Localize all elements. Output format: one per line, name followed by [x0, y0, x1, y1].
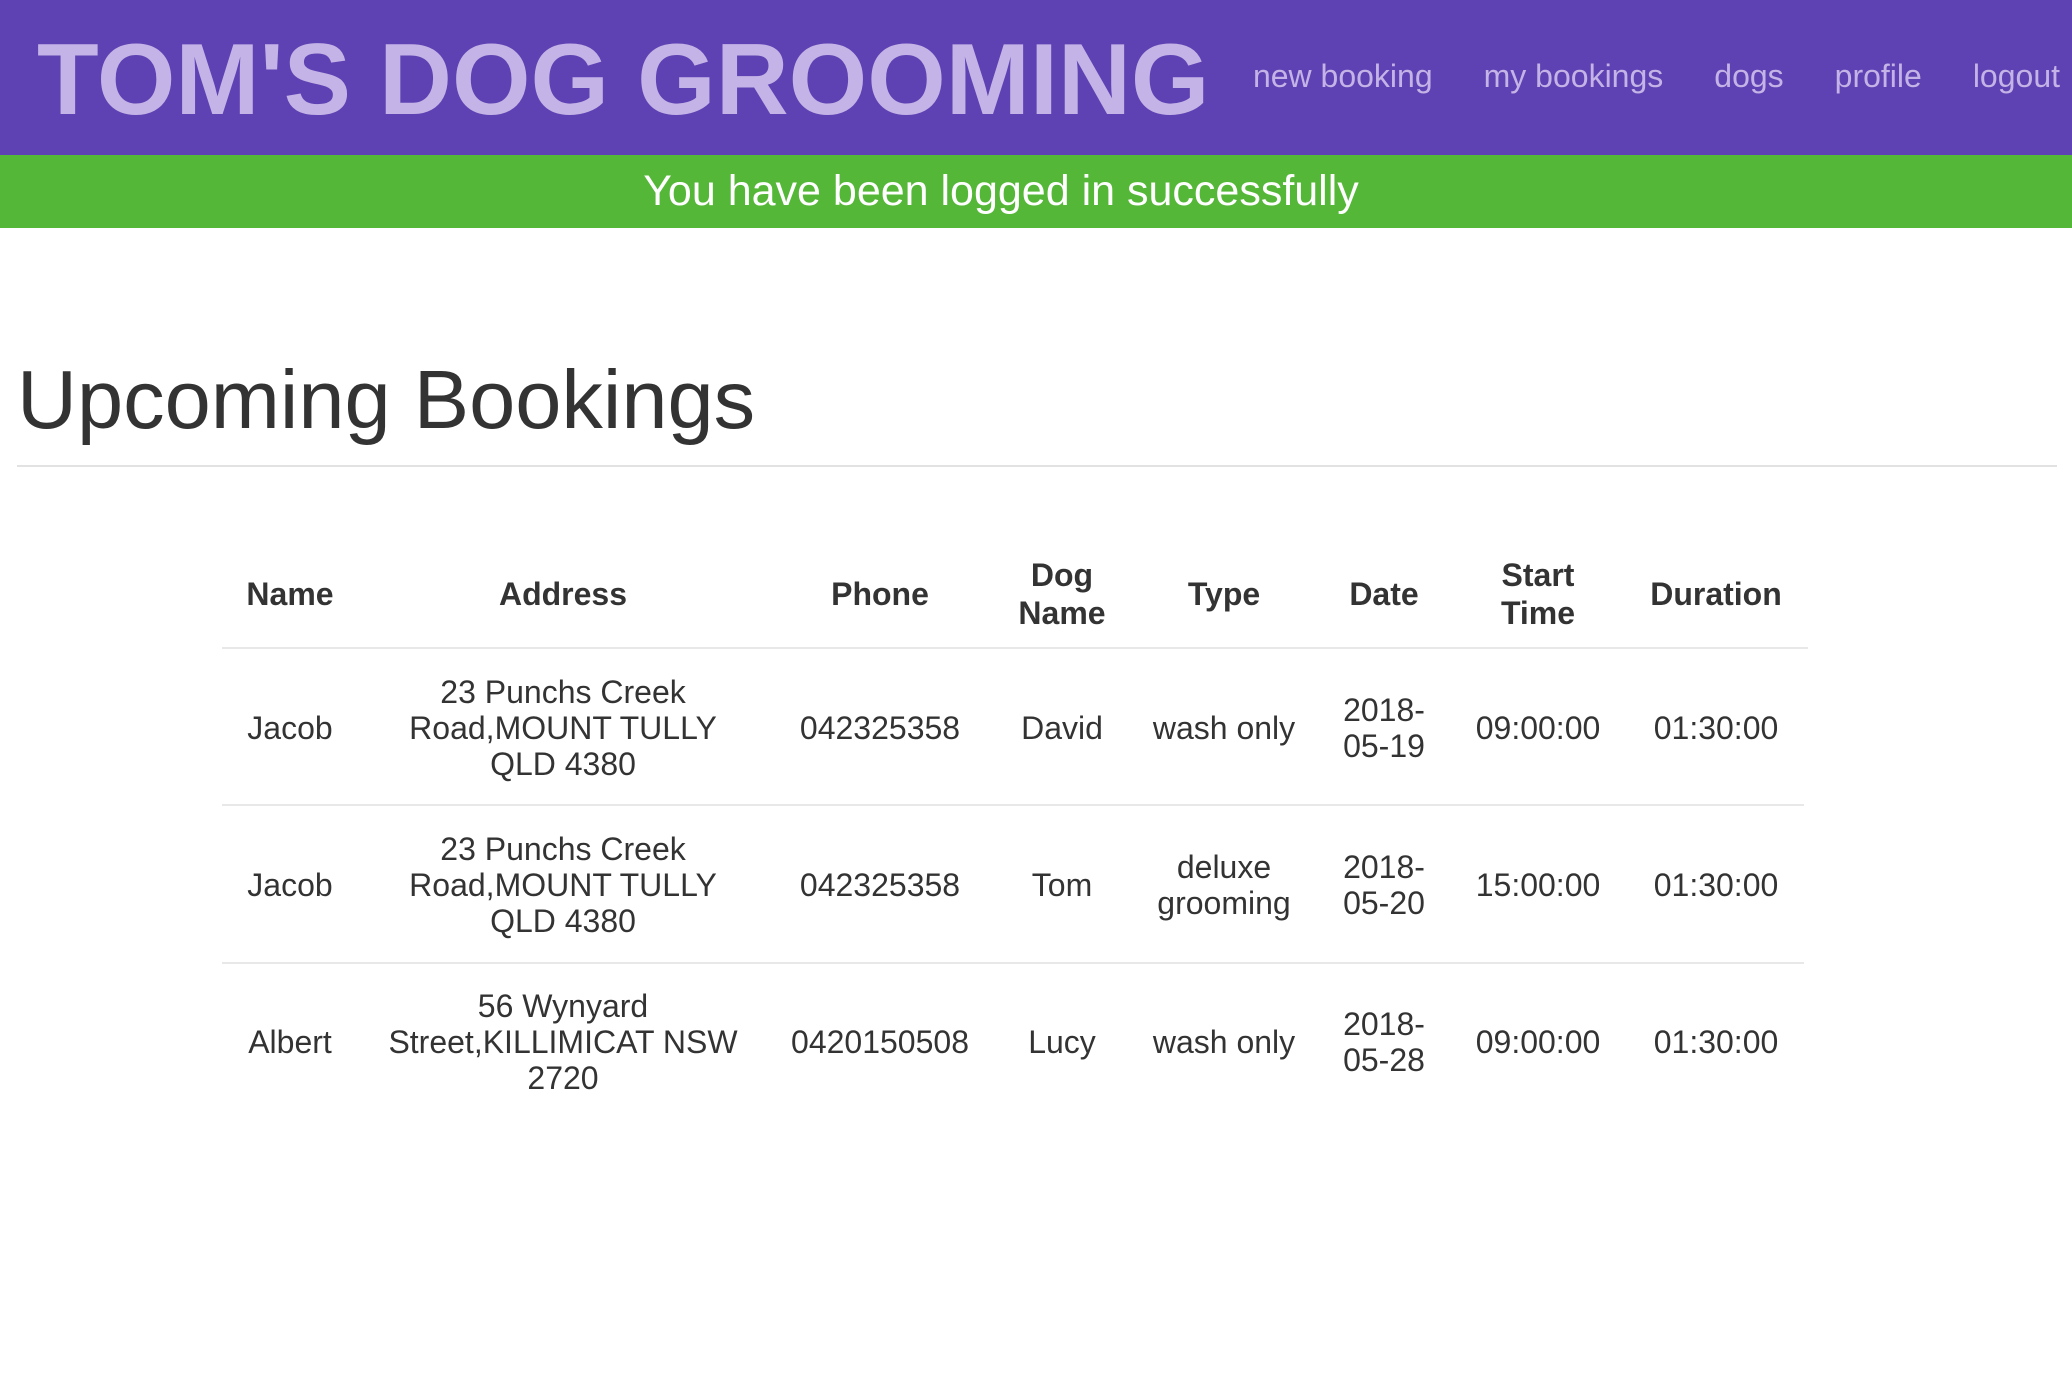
column-header-phone: Phone: [831, 575, 929, 612]
cell-duration: 01:30:00: [1653, 709, 1779, 746]
column-header-date: Date: [1349, 575, 1419, 612]
cell-name: Jacob: [247, 866, 333, 903]
cell-address: 56 Wynyard Street,KILLIMICAT NSW 2720: [388, 987, 738, 1096]
column-header-type: Type: [1187, 575, 1261, 612]
cell-name: Albert: [248, 1023, 332, 1060]
nav-dogs[interactable]: dogs: [1714, 52, 1783, 100]
column-header-name: Name: [246, 575, 334, 612]
cell-phone: 042325358: [799, 866, 961, 903]
table-row: Albert 56 Wynyard Street,KILLIMICAT NSW …: [222, 963, 1808, 1120]
column-header-duration: Duration: [1650, 575, 1782, 612]
nav-profile[interactable]: profile: [1835, 52, 1922, 100]
site-brand[interactable]: TOM'S DOG GROOMING: [37, 20, 1209, 140]
row-divider: [222, 804, 1804, 806]
site-header: TOM'S DOG GROOMING new booking my bookin…: [0, 0, 2072, 155]
table-row: Jacob 23 Punchs Creek Road,MOUNT TULLY Q…: [222, 648, 1808, 806]
row-divider: [222, 962, 1804, 964]
cell-name: Jacob: [247, 709, 333, 746]
column-header-address: Address: [498, 575, 628, 612]
bookings-table: Name Address Phone Dog Name Type Date St…: [222, 540, 1808, 1120]
cell-date: 2018-05-28: [1343, 1005, 1425, 1078]
cell-start-time: 09:00:00: [1475, 1023, 1601, 1060]
cell-phone: 0420150508: [791, 1023, 969, 1060]
cell-type: deluxe grooming: [1157, 848, 1291, 921]
title-divider: [17, 465, 2057, 467]
login-success-alert: You have been logged in successfully: [0, 155, 2072, 228]
main-nav: new booking my bookings dogs profile log…: [1253, 52, 2060, 100]
cell-address: 23 Punchs Creek Road,MOUNT TULLY QLD 438…: [409, 673, 717, 782]
table-header-row: Name Address Phone Dog Name Type Date St…: [222, 540, 1808, 648]
cell-phone: 042325358: [799, 709, 961, 746]
cell-type: wash only: [1152, 709, 1296, 746]
cell-start-time: 15:00:00: [1475, 866, 1601, 903]
cell-address: 23 Punchs Creek Road,MOUNT TULLY QLD 438…: [409, 830, 717, 939]
cell-duration: 01:30:00: [1653, 1023, 1779, 1060]
cell-start-time: 09:00:00: [1475, 709, 1601, 746]
cell-date: 2018-05-20: [1343, 848, 1425, 921]
nav-logout[interactable]: logout: [1973, 52, 2060, 100]
cell-dog-name: Lucy: [1028, 1023, 1096, 1060]
column-header-dog-name: Dog Name: [1018, 556, 1106, 631]
column-header-start-time: Start Time: [1500, 556, 1576, 631]
page-title: Upcoming Bookings: [17, 353, 756, 446]
alert-message: You have been logged in successfully: [643, 167, 1359, 215]
nav-new-booking[interactable]: new booking: [1253, 52, 1433, 100]
cell-dog-name: David: [1021, 709, 1103, 746]
cell-date: 2018-05-19: [1343, 691, 1425, 764]
nav-my-bookings[interactable]: my bookings: [1484, 52, 1664, 100]
table-row: Jacob 23 Punchs Creek Road,MOUNT TULLY Q…: [222, 806, 1808, 963]
cell-duration: 01:30:00: [1653, 866, 1779, 903]
cell-dog-name: Tom: [1031, 866, 1093, 903]
cell-type: wash only: [1152, 1023, 1296, 1060]
